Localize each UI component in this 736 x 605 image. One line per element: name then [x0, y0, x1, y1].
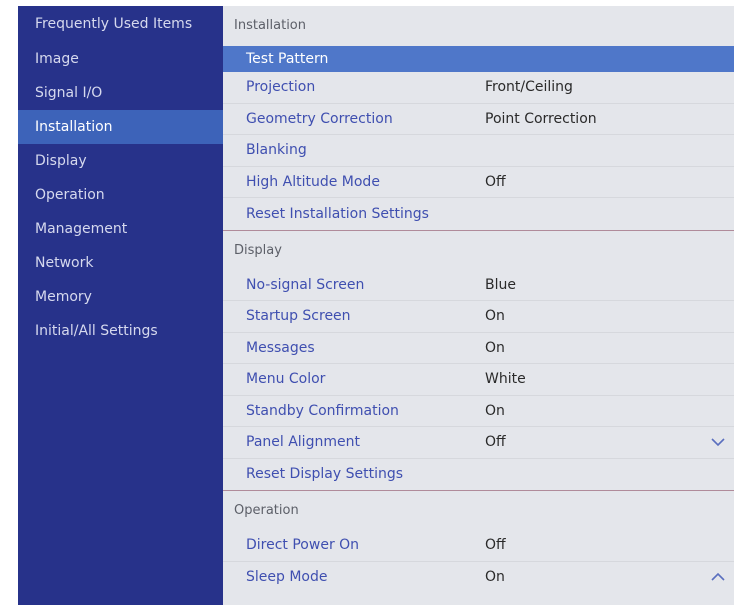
settings-menu-window: Frequently Used Items Image Signal I/O I…: [18, 6, 734, 605]
row-label: Panel Alignment: [246, 434, 360, 451]
row-value: Blue: [485, 276, 516, 293]
row-label: No-signal Screen: [246, 276, 365, 293]
menu-row-panel-alignment[interactable]: Panel Alignment Off: [223, 427, 734, 459]
menu-row-reset-display-settings[interactable]: Reset Display Settings: [223, 458, 734, 490]
row-label: Direct Power On: [246, 537, 360, 554]
menu-row-blanking[interactable]: Blanking: [223, 135, 734, 167]
sidebar-item-frequently-used-items[interactable]: Frequently Used Items: [18, 6, 223, 42]
row-label: Menu Color: [246, 371, 326, 388]
row-label: Test Pattern: [246, 50, 329, 67]
row-value: Off: [485, 537, 506, 554]
row-value: On: [485, 308, 505, 325]
row-value: Off: [485, 173, 506, 190]
row-label: Standby Confirmation: [246, 402, 399, 419]
menu-row-startup-screen[interactable]: Startup Screen On: [223, 301, 734, 333]
row-value: White: [485, 371, 526, 388]
section-header-installation: Installation: [223, 6, 734, 46]
sidebar-item-signal-io[interactable]: Signal I/O: [18, 76, 223, 110]
menu-row-standby-confirmation[interactable]: Standby Confirmation On: [223, 395, 734, 427]
row-label: Startup Screen: [246, 308, 351, 325]
row-label: Sleep Mode: [246, 569, 328, 586]
menu-row-reset-installation-settings[interactable]: Reset Installation Settings: [223, 198, 734, 230]
menu-row-test-pattern[interactable]: Test Pattern: [223, 46, 734, 72]
row-value: On: [485, 402, 505, 419]
row-label: Blanking: [246, 142, 307, 159]
sidebar-item-initial-all-settings[interactable]: Initial/All Settings: [18, 314, 223, 348]
sidebar-item-memory[interactable]: Memory: [18, 280, 223, 314]
menu-row-projection[interactable]: Projection Front/Ceiling: [223, 72, 734, 104]
sidebar-item-management[interactable]: Management: [18, 212, 223, 246]
sidebar: Frequently Used Items Image Signal I/O I…: [18, 6, 223, 605]
sidebar-item-image[interactable]: Image: [18, 42, 223, 76]
row-label: Messages: [246, 339, 315, 356]
row-label: Geometry Correction: [246, 110, 393, 127]
row-label: Reset Installation Settings: [246, 205, 429, 222]
chevron-down-icon[interactable]: [710, 434, 726, 450]
chevron-up-icon[interactable]: [710, 569, 726, 585]
row-value: On: [485, 339, 505, 356]
menu-row-no-signal-screen[interactable]: No-signal Screen Blue: [223, 269, 734, 301]
settings-list-panel: Installation Test Pattern Projection Fro…: [223, 6, 734, 605]
row-value: On: [485, 569, 505, 586]
sidebar-item-operation[interactable]: Operation: [18, 178, 223, 212]
section-header-display: Display: [223, 229, 734, 270]
menu-row-high-altitude-mode[interactable]: High Altitude Mode Off: [223, 166, 734, 198]
row-value: Point Correction: [485, 110, 597, 127]
menu-row-menu-color[interactable]: Menu Color White: [223, 364, 734, 396]
row-label: Reset Display Settings: [246, 466, 404, 483]
menu-row-geometry-correction[interactable]: Geometry Correction Point Correction: [223, 103, 734, 135]
menu-row-sleep-mode[interactable]: Sleep Mode On: [223, 561, 734, 593]
sidebar-item-network[interactable]: Network: [18, 246, 223, 280]
row-value: Off: [485, 434, 506, 451]
row-label: Projection: [246, 79, 316, 96]
section-header-operation: Operation: [223, 490, 734, 530]
menu-row-direct-power-on[interactable]: Direct Power On Off: [223, 530, 734, 562]
row-label: High Altitude Mode: [246, 173, 380, 190]
row-value: Front/Ceiling: [485, 79, 573, 96]
menu-row-messages[interactable]: Messages On: [223, 332, 734, 364]
sidebar-item-installation[interactable]: Installation: [18, 110, 223, 144]
sidebar-item-display[interactable]: Display: [18, 144, 223, 178]
